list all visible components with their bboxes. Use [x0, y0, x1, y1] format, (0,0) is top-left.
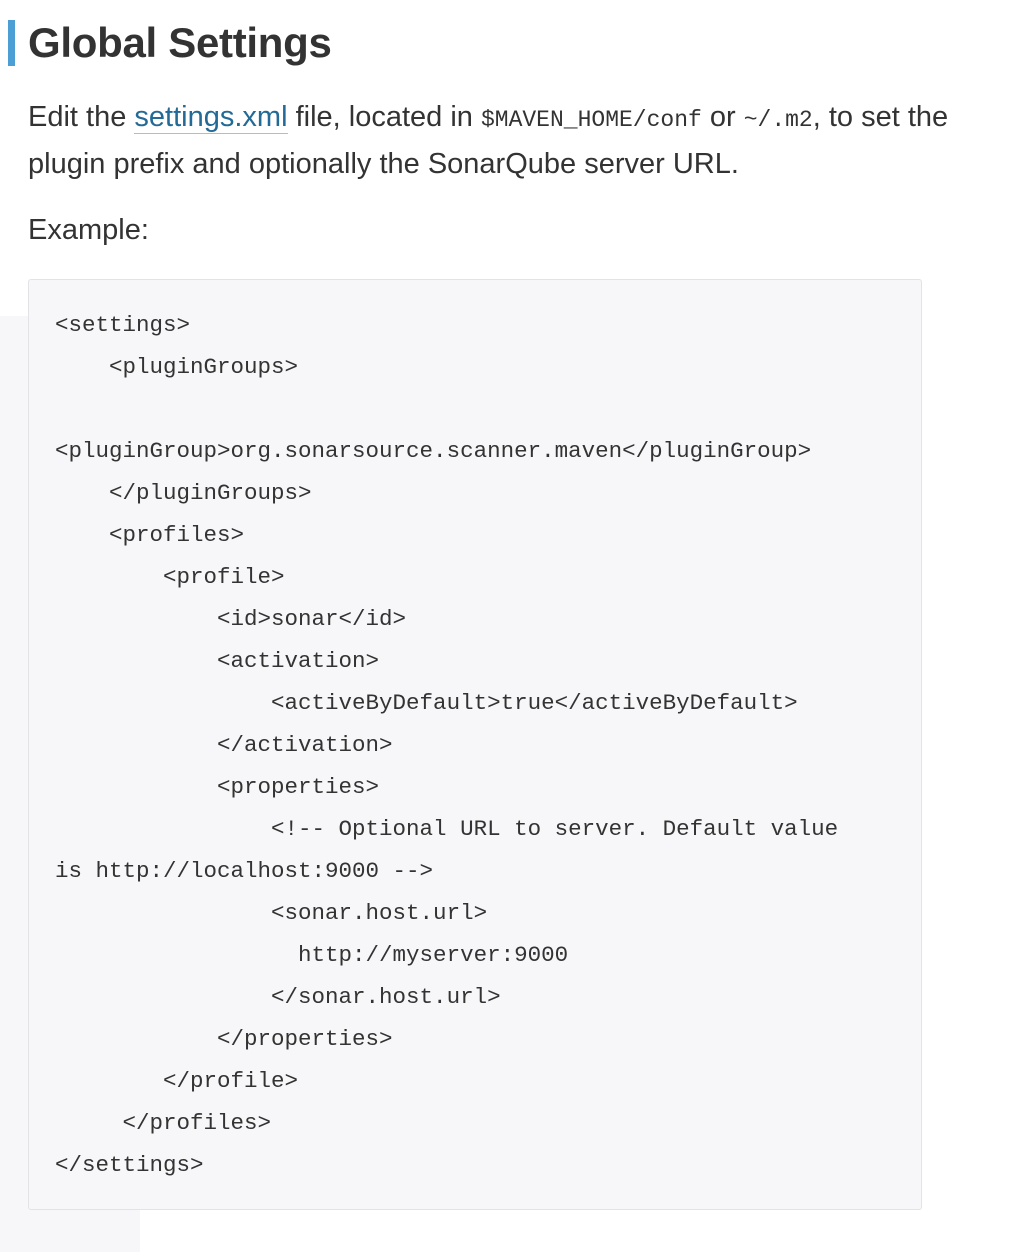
code-line: <id>sonar</id> — [55, 606, 407, 632]
code-line: </sonar.host.url> — [55, 984, 501, 1010]
code-line: <activation> — [55, 648, 380, 674]
code-line: </properties> — [55, 1026, 393, 1052]
heading-accent-bar — [8, 20, 15, 66]
code-line: </settings> — [55, 1152, 204, 1178]
code-line: </profiles> — [55, 1110, 272, 1136]
code-line: <sonar.host.url> — [55, 900, 488, 926]
intro-text-1: Edit the — [28, 101, 135, 133]
code-line: <settings> — [55, 312, 191, 338]
code-line: <properties> — [55, 774, 380, 800]
code-line: is http://localhost:9000 --> — [55, 858, 434, 884]
m2-path-code: ~/.m2 — [743, 107, 813, 133]
code-line: http://myserver:9000 — [55, 942, 569, 968]
code-line: <activeByDefault>true</activeByDefault> — [55, 690, 798, 716]
code-block: <settings> <pluginGroups> <pluginGroup>or… — [28, 279, 922, 1210]
maven-home-path-code: $MAVEN_HOME/conf — [480, 107, 702, 133]
code-line: </pluginGroups> — [55, 480, 312, 506]
intro-paragraph: Edit the settings.xml file, located in $… — [28, 95, 958, 186]
code-line: <pluginGroup>org.sonarsource.scanner.mav… — [55, 438, 812, 464]
code-line: <profile> — [55, 564, 285, 590]
example-label: Example: — [28, 214, 149, 246]
code-line: </activation> — [55, 732, 393, 758]
page-title: Global Settings — [28, 19, 332, 66]
intro-text-2: file, located in — [287, 101, 481, 133]
settings-xml-link[interactable]: settings.xml — [134, 101, 288, 134]
section-header: Global Settings — [8, 20, 332, 66]
intro-text-3: or — [701, 101, 744, 133]
code-line: <pluginGroups> — [55, 354, 299, 380]
code-line: </profile> — [55, 1068, 299, 1094]
code-line: <!-- Optional URL to server. Default val… — [55, 816, 839, 842]
code-line: <profiles> — [55, 522, 245, 548]
